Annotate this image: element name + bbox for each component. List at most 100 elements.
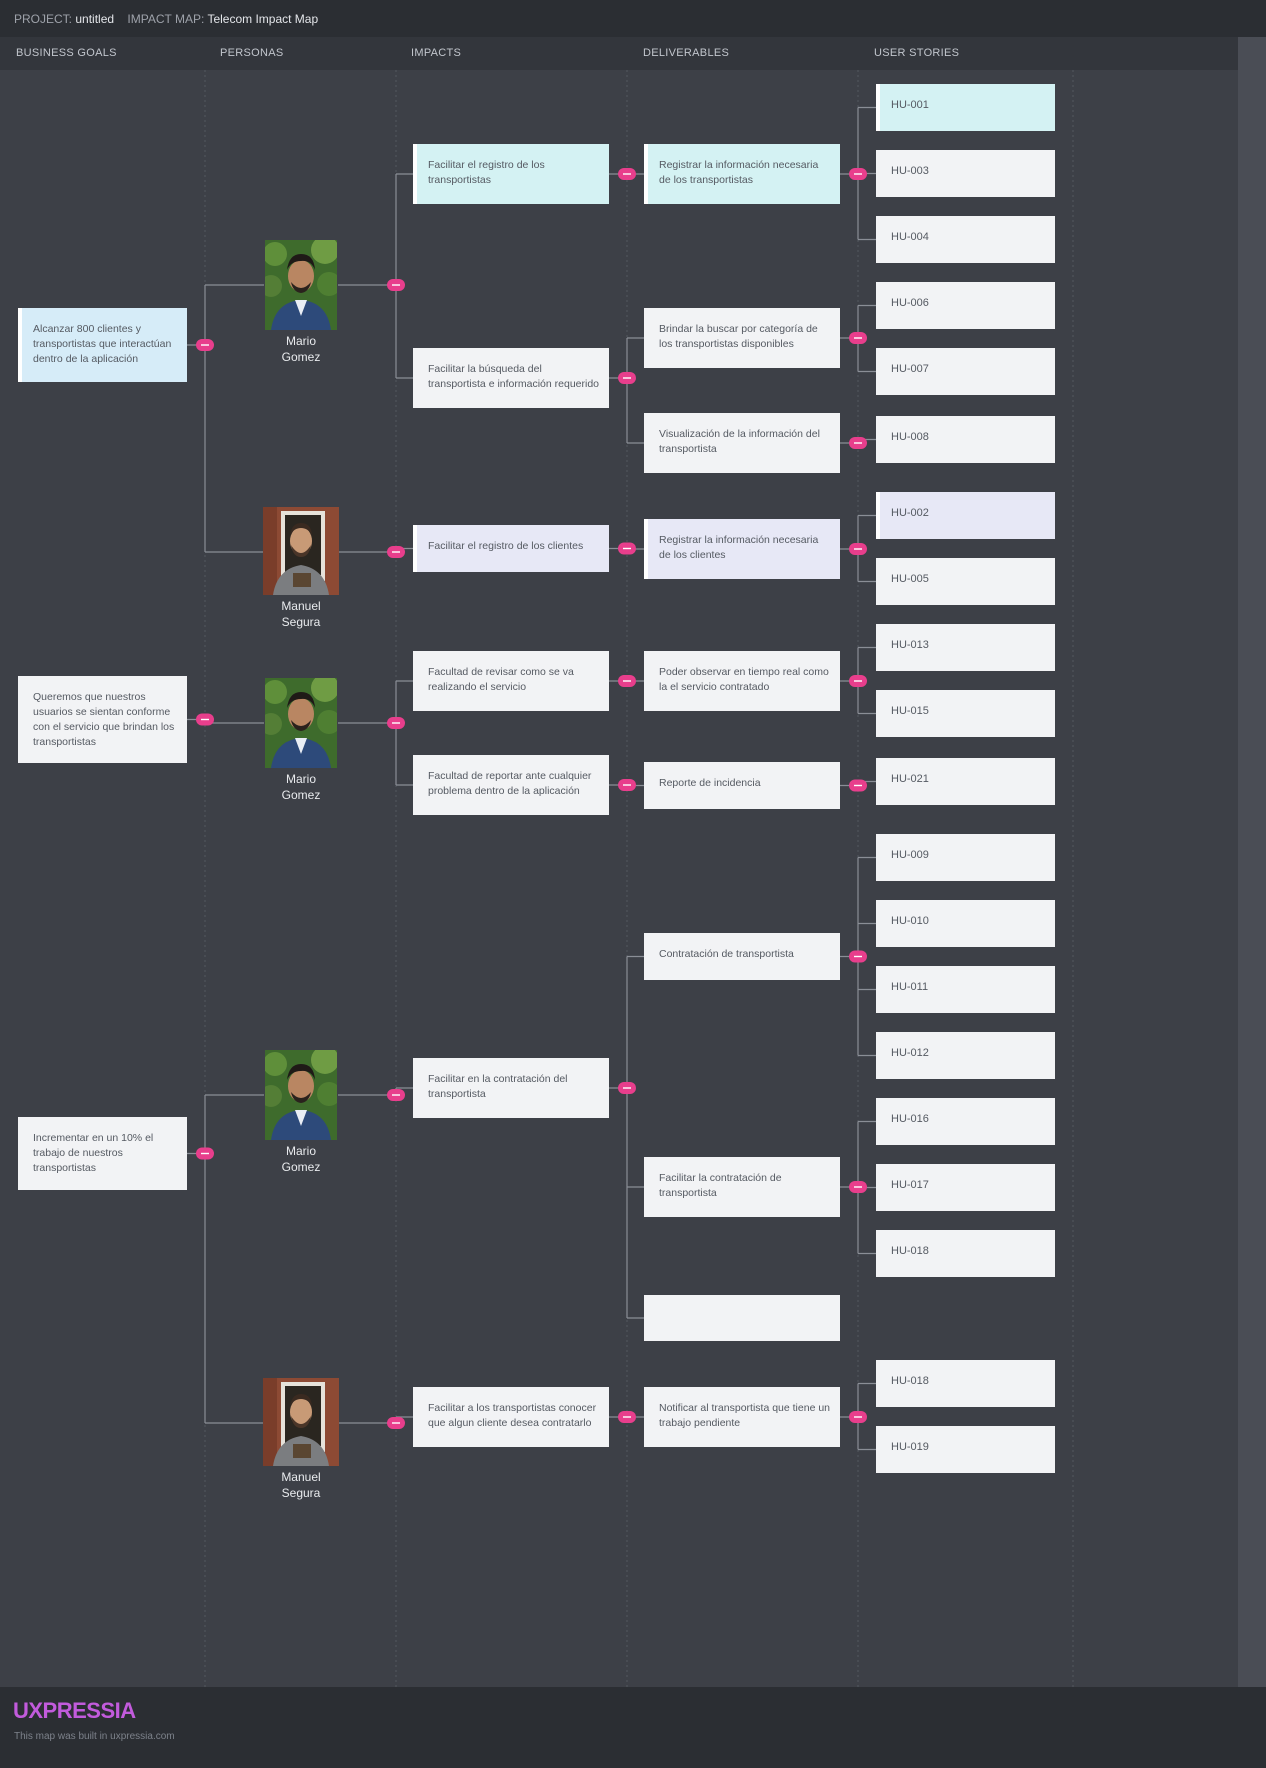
user-story-card-text: HU-005 [891,573,929,585]
persona-collapse-icon[interactable] [387,1417,405,1429]
user-story-card-text: HU-016 [891,1113,929,1125]
user-story-card[interactable]: HU-004 [876,216,1055,263]
deliverable-collapse-icon[interactable] [849,332,867,344]
goal-card-2[interactable]: Queremos que nuestros usuarios se sienta… [18,676,187,763]
deliverable-collapse-icon[interactable] [849,675,867,687]
persona-manuel-3-2-name-line: Segura [281,1486,321,1500]
impact-card-text: Facultad de reportar ante cualquier prob… [428,770,592,797]
persona-manuel-3-2-name: Manuel Segura [251,1469,351,1501]
user-story-card[interactable]: HU-010 [876,900,1055,947]
impact-card-text: Facilitar a los transportistas conocer q… [428,1402,597,1429]
impact-card[interactable]: Facilitar a los transportistas conocer q… [413,1387,609,1447]
persona-manuel-1-2-photo[interactable] [263,507,339,595]
user-story-card[interactable]: HU-011 [876,966,1055,1013]
impact-card[interactable]: Facilitar el registro de los transportis… [413,144,609,204]
user-story-card[interactable]: HU-013 [876,624,1055,671]
impact-card-text: Facilitar la búsqueda del transportista … [428,363,600,390]
deliverable-card[interactable] [644,1295,840,1341]
deliverable-card[interactable]: Facilitar la contratación de transportis… [644,1157,840,1217]
goal-card-3-text: Incrementar en un 10% el trabajo de nues… [33,1132,154,1174]
impact-collapse-icon[interactable] [618,675,636,687]
user-story-card[interactable]: HU-009 [876,834,1055,881]
goal-collapse-icon[interactable] [196,1147,214,1160]
deliverable-collapse-icon[interactable] [849,950,867,963]
deliverable-card-text: Brindar la buscar por categoría de los t… [659,323,818,350]
persona-mario-1-1-photo[interactable] [265,240,337,330]
user-story-card-text: HU-013 [891,639,929,651]
goal-card-1[interactable]: Alcanzar 800 clientes y transportistas q… [18,308,187,382]
deliverable-card-text: Visualización de la información del tran… [659,428,820,455]
user-story-card-text: HU-007 [891,363,929,375]
user-story-card[interactable]: HU-006 [876,282,1055,329]
goal-collapse-icon[interactable] [196,713,214,726]
persona-collapse-icon[interactable] [387,546,405,558]
goal-collapse-icon[interactable] [196,339,214,351]
user-story-card[interactable]: HU-019 [876,1426,1055,1473]
deliverable-card-text: Notificar al transportista que tiene un … [659,1402,831,1429]
impact-card-text: Facultad de revisar como se va realizand… [428,666,574,693]
deliverable-collapse-icon[interactable] [849,779,867,792]
user-story-card-text: HU-008 [891,431,929,443]
persona-manuel-3-2-name-line: Manuel [281,1470,321,1484]
deliverable-card[interactable]: Reporte de incidencia [644,762,840,809]
impact-card[interactable]: Facultad de reportar ante cualquier prob… [413,755,609,815]
impact-collapse-icon[interactable] [618,779,636,791]
persona-collapse-icon[interactable] [387,1089,405,1101]
deliverable-card[interactable]: Registrar la información necesaria de lo… [644,519,840,579]
persona-manuel-1-2-name: Manuel Segura [251,598,351,630]
user-story-card-text: HU-019 [891,1441,929,1453]
user-story-card[interactable]: HU-008 [876,416,1055,463]
deliverable-card-text: Registrar la información necesaria de lo… [659,159,819,186]
impact-card[interactable]: Facilitar la búsqueda del transportista … [413,348,609,408]
uxpressia-logo[interactable]: UXPRESSIA [13,1698,136,1724]
deliverable-card[interactable]: Notificar al transportista que tiene un … [644,1387,840,1447]
goal-card-2-text: Queremos que nuestros usuarios se sienta… [33,691,175,748]
footer-credit: This map was built in uxpressia.com [14,1731,175,1742]
persona-collapse-icon[interactable] [387,717,405,729]
persona-manuel-3-2-photo[interactable] [263,1378,339,1466]
user-story-card[interactable]: HU-021 [876,758,1055,805]
impact-collapse-icon[interactable] [618,542,636,555]
user-story-card[interactable]: HU-002 [876,492,1055,539]
deliverable-card-text: Reporte de incidencia [659,777,761,789]
deliverable-card[interactable]: Brindar la buscar por categoría de los t… [644,308,840,368]
impact-card[interactable]: Facultad de revisar como se va realizand… [413,651,609,711]
impact-card[interactable]: Facilitar en la contratación del transpo… [413,1058,609,1118]
persona-mario-2-1-name-line: Gomez [281,788,321,802]
user-story-card[interactable]: HU-012 [876,1032,1055,1079]
user-story-card[interactable]: HU-015 [876,690,1055,737]
user-story-card[interactable]: HU-005 [876,558,1055,605]
persona-mario-3-1-name: Mario Gomez [251,1143,351,1175]
impact-collapse-icon[interactable] [618,1082,636,1094]
deliverable-collapse-icon[interactable] [849,1411,867,1423]
impact-map-canvas: Alcanzar 800 clientes y transportistas q… [0,0,1266,1768]
user-story-card-text: HU-002 [891,507,929,519]
persona-mario-3-1-photo[interactable] [265,1050,337,1140]
deliverable-collapse-icon[interactable] [849,168,867,180]
impact-card[interactable]: Facilitar el registro de los clientes [413,525,609,572]
footer [0,1687,1266,1768]
deliverable-card[interactable]: Registrar la información necesaria de lo… [644,144,840,204]
goal-card-3[interactable]: Incrementar en un 10% el trabajo de nues… [18,1117,187,1190]
user-story-card[interactable]: HU-007 [876,348,1055,395]
user-story-card[interactable]: HU-003 [876,150,1055,197]
persona-collapse-icon[interactable] [387,279,405,291]
user-story-card[interactable]: HU-016 [876,1098,1055,1145]
impact-collapse-icon[interactable] [618,168,636,180]
user-story-card[interactable]: HU-001 [876,84,1055,131]
user-story-card[interactable]: HU-017 [876,1164,1055,1211]
persona-mario-2-1-photo[interactable] [265,678,337,768]
deliverable-collapse-icon[interactable] [849,1181,867,1193]
user-story-card[interactable]: HU-018 [876,1230,1055,1277]
persona-mario-1-1-name: Mario Gomez [251,333,351,365]
deliverable-collapse-icon[interactable] [849,437,867,449]
impact-collapse-icon[interactable] [618,372,636,384]
persona-mario-1-1-name-line: Gomez [281,350,321,364]
impact-collapse-icon[interactable] [618,1411,636,1423]
user-story-card[interactable]: HU-018 [876,1360,1055,1407]
deliverable-card-text: Poder observar en tiempo real como la el… [659,666,829,693]
deliverable-card[interactable]: Poder observar en tiempo real como la el… [644,651,840,711]
deliverable-collapse-icon[interactable] [849,543,867,555]
deliverable-card[interactable]: Visualización de la información del tran… [644,413,840,473]
deliverable-card[interactable]: Contratación de transportista [644,933,840,980]
